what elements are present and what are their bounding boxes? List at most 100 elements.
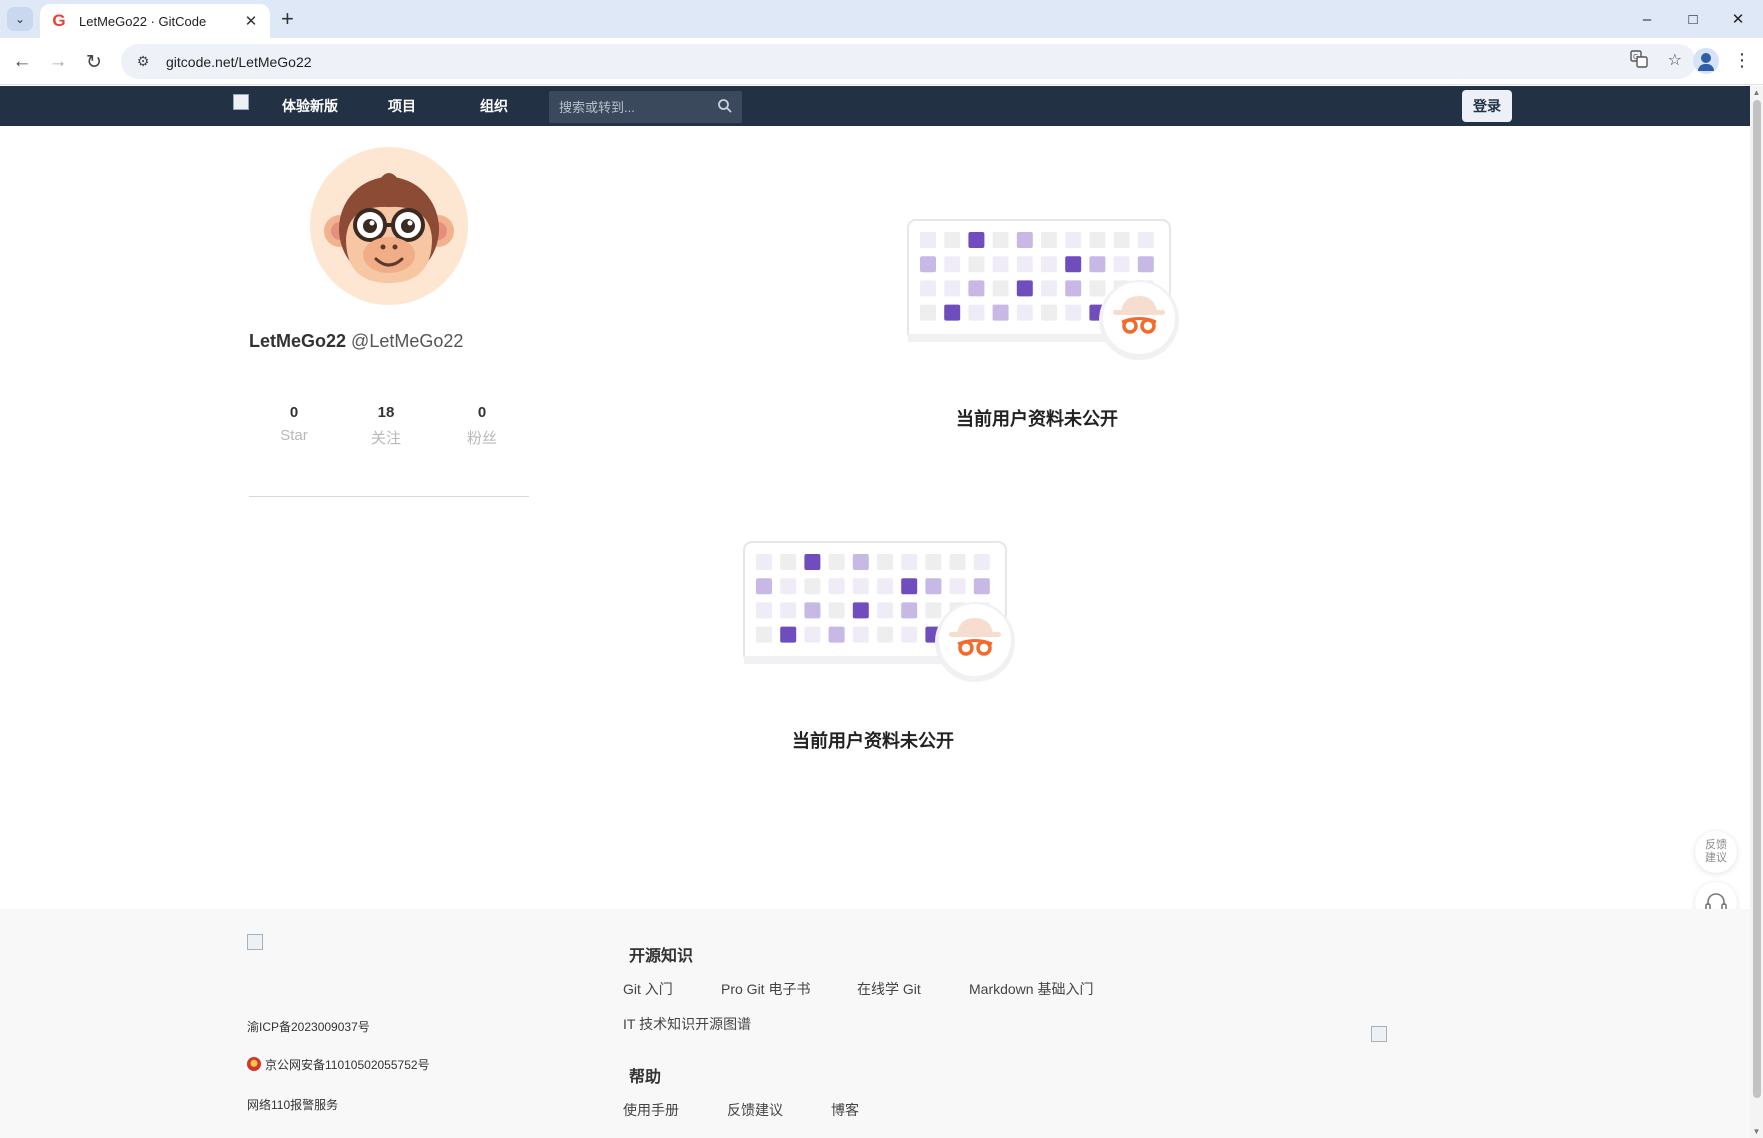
heatmap-cell	[828, 554, 845, 570]
scroll-down-icon[interactable]: ▼	[1752, 1127, 1761, 1136]
footer-link-progit[interactable]: Pro Git 电子书	[721, 979, 810, 999]
minimize-icon[interactable]: –	[1632, 6, 1662, 32]
footer-link-markdown[interactable]: Markdown 基础入门	[969, 979, 1093, 999]
heatmap-cell	[1041, 304, 1057, 321]
heatmap-cell	[1016, 304, 1033, 321]
feedback-float-label: 反馈建议	[1705, 839, 1727, 864]
search-input[interactable]	[549, 91, 709, 123]
net110-link[interactable]: 网络110报警服务	[247, 1096, 338, 1113]
tab-search-button[interactable]: ⌄	[7, 7, 33, 31]
site-info-icon[interactable]: ⚙	[132, 53, 154, 70]
heatmap-cell	[1016, 256, 1033, 273]
heatmap-cell	[992, 280, 1009, 297]
incognito-badge-icon	[935, 602, 1015, 682]
nav-projects[interactable]: 项目	[388, 86, 416, 126]
heatmap-cell	[852, 602, 869, 619]
browser-menu-icon[interactable]: ⋮	[1733, 50, 1751, 71]
bookmark-star-icon[interactable]: ☆	[1668, 50, 1682, 73]
nav-groups[interactable]: 组织	[480, 86, 508, 126]
close-tab-icon[interactable]: ✕	[242, 12, 260, 30]
heatmap-cell	[925, 602, 942, 619]
heatmap-cell	[828, 626, 845, 643]
heatmap-cell	[804, 602, 821, 619]
heatmap-cell	[901, 578, 918, 595]
nav-try-new[interactable]: 体验新版	[282, 86, 338, 126]
heatmap-cell	[920, 304, 936, 321]
display-name: LetMeGo22	[249, 331, 347, 351]
footer-link-learn-git[interactable]: 在线学 Git	[857, 979, 921, 999]
browser-tab-bar: ⌄ G LetMeGo22 · GitCode ✕ + – □ ✕	[0, 0, 1763, 38]
heatmap-cell	[828, 602, 845, 619]
heatmap-cell	[1041, 232, 1057, 248]
footer-link-manual[interactable]: 使用手册	[623, 1100, 679, 1120]
heatmap-cell	[944, 232, 961, 248]
heatmap-cell	[920, 256, 936, 273]
heatmap-cell	[901, 626, 918, 643]
heatmap-cell	[944, 256, 961, 273]
svg-text:G: G	[1633, 53, 1638, 61]
footer-qr-image	[1371, 1026, 1387, 1042]
scrollbar-thumb[interactable]	[1753, 100, 1761, 1098]
tab-title: LetMeGo22 · GitCode	[79, 13, 207, 29]
login-button[interactable]: 登录	[1462, 90, 1512, 122]
private-illustration	[742, 540, 1022, 690]
page-scrollbar[interactable]: ▲ ▼	[1750, 86, 1763, 1138]
heatmap-cell	[1089, 256, 1106, 273]
heatmap-cell	[877, 626, 893, 643]
private-profile-illustration-icon	[743, 541, 1015, 682]
maximize-icon[interactable]: □	[1678, 6, 1708, 32]
stat-value: 0	[477, 404, 487, 421]
heatmap-cell	[925, 554, 942, 570]
heatmap-cell	[804, 554, 821, 570]
translate-icon[interactable]: G	[1629, 50, 1648, 73]
footer-section-title: 开源知识	[629, 948, 694, 965]
heatmap-cell	[901, 602, 918, 619]
feedback-float-button[interactable]: 反馈建议	[1695, 831, 1737, 873]
gitcode-logo[interactable]	[233, 94, 249, 110]
heatmap-cell	[973, 554, 990, 570]
url-bar[interactable]: ⚙ gitcode.net/LetMeGo22 G ☆	[121, 44, 1696, 79]
site-header: 体验新版 项目 组织 登录	[0, 86, 1750, 126]
footer-link-feedback[interactable]: 反馈建议	[727, 1100, 783, 1120]
profile-icon[interactable]	[1693, 48, 1719, 74]
heatmap-cell	[1016, 232, 1033, 248]
heatmap-cell	[949, 578, 966, 595]
heatmap-cell	[920, 280, 936, 297]
stat-following[interactable]: 18 关注	[346, 404, 426, 448]
heatmap-cell	[1137, 232, 1154, 248]
police-badge-icon	[247, 1057, 261, 1071]
search-box	[549, 91, 742, 123]
heatmap-cell	[1089, 232, 1106, 248]
private-profile-illustration-icon	[907, 219, 1179, 360]
new-tab-icon[interactable]: +	[281, 7, 294, 31]
icp-link[interactable]: 渝ICP备2023009037号	[247, 1018, 370, 1035]
forward-icon[interactable]: →	[45, 49, 71, 75]
footer-link-blog[interactable]: 博客	[831, 1100, 859, 1120]
url-text[interactable]: gitcode.net/LetMeGo22	[166, 54, 312, 70]
browser-tab-active[interactable]: G LetMeGo22 · GitCode ✕	[40, 4, 270, 38]
window-close-icon[interactable]: ✕	[1723, 6, 1753, 32]
footer-link-git-intro[interactable]: Git 入门	[623, 979, 673, 999]
footer-link-it-graph[interactable]: IT 技术知识开源图谱	[623, 1014, 751, 1034]
scroll-up-icon[interactable]: ▲	[1752, 88, 1761, 97]
stat-value: 0	[289, 404, 299, 421]
search-icon[interactable]	[716, 97, 734, 115]
stat-star[interactable]: 0 Star	[254, 404, 334, 444]
back-icon[interactable]: ←	[9, 49, 35, 75]
reload-icon[interactable]: ↻	[81, 49, 107, 75]
police-record-link[interactable]: 京公网安备11010502055752号	[247, 1056, 430, 1073]
stat-followers[interactable]: 0 粉丝	[442, 404, 522, 448]
heatmap-cell	[756, 626, 772, 643]
heatmap-cell	[756, 554, 772, 570]
footer-logo	[247, 934, 263, 950]
heatmap-cell	[944, 304, 961, 321]
heatmap-cell	[804, 626, 821, 643]
heatmap-cell	[1065, 232, 1082, 248]
heatmap-cell	[877, 578, 893, 595]
heatmap-cell	[780, 578, 797, 595]
heatmap-cell	[1041, 280, 1057, 297]
site-footer: 渝ICP备2023009037号 京公网安备11010502055752号 网络…	[0, 909, 1750, 1138]
avatar	[310, 147, 468, 305]
address-bar-row: ← → ↻ ⚙ gitcode.net/LetMeGo22 G ☆ ⋮	[0, 38, 1763, 85]
heatmap-cell	[968, 232, 985, 248]
